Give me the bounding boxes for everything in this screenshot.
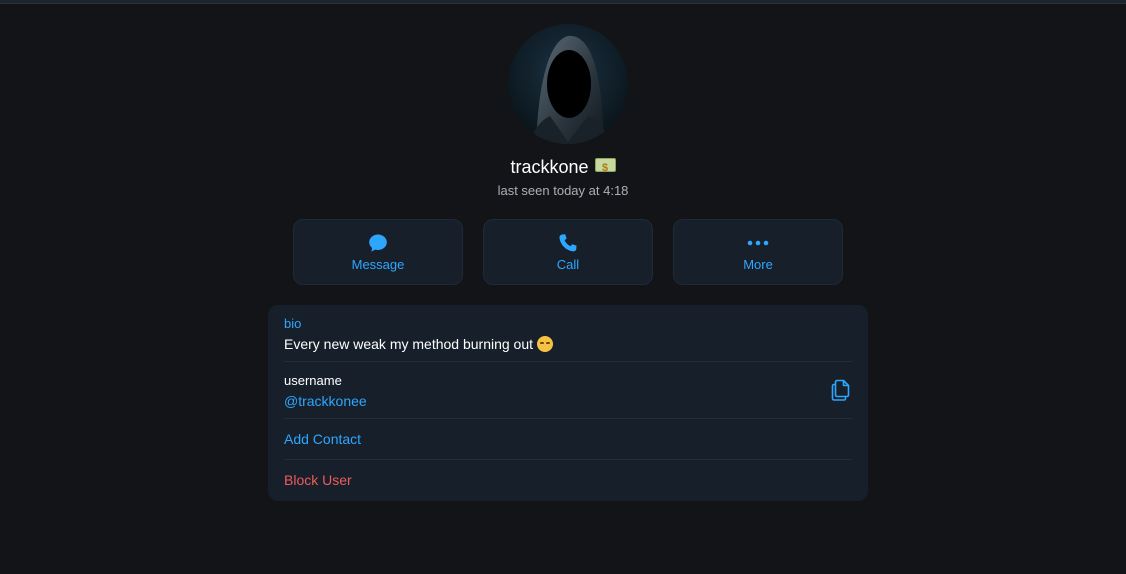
divider	[284, 418, 852, 419]
money-with-wings-emoji	[594, 157, 616, 179]
add-contact-button[interactable]: Add Contact	[284, 431, 852, 447]
bio-label: bio	[284, 316, 302, 331]
username-label: username	[284, 373, 342, 388]
message-button[interactable]: Message	[293, 219, 463, 285]
copy-username-button[interactable]	[829, 378, 853, 402]
profile-info-card: bio Every new weak my method burning out…	[268, 305, 868, 501]
avatar[interactable]	[508, 24, 628, 144]
message-button-label: Message	[351, 257, 405, 272]
call-button-label: Call	[556, 257, 580, 272]
divider	[284, 361, 852, 362]
profile-actions: Message Call More	[293, 219, 843, 285]
more-dots-icon	[746, 232, 770, 254]
bio-text: Every new weak my method burning out	[284, 336, 534, 352]
username-value[interactable]: @trackkonee	[284, 393, 852, 409]
bio-text-row: Every new weak my method burning out	[284, 336, 852, 352]
last-seen-status: last seen today at 4:18	[497, 183, 629, 198]
window-top-border	[0, 0, 1126, 4]
profile-name-row: trackkone	[0, 156, 1126, 179]
block-user-button[interactable]: Block User	[284, 472, 852, 488]
more-button-label: More	[743, 257, 773, 272]
divider	[284, 459, 852, 460]
copy-icon	[831, 379, 850, 401]
profile-name: trackkone	[510, 157, 589, 177]
hooded-figure-avatar	[508, 24, 628, 144]
more-button[interactable]: More	[673, 219, 843, 285]
face-emoji	[537, 336, 554, 352]
call-button[interactable]: Call	[483, 219, 653, 285]
phone-icon	[558, 232, 578, 254]
message-bubble-icon	[368, 232, 388, 254]
